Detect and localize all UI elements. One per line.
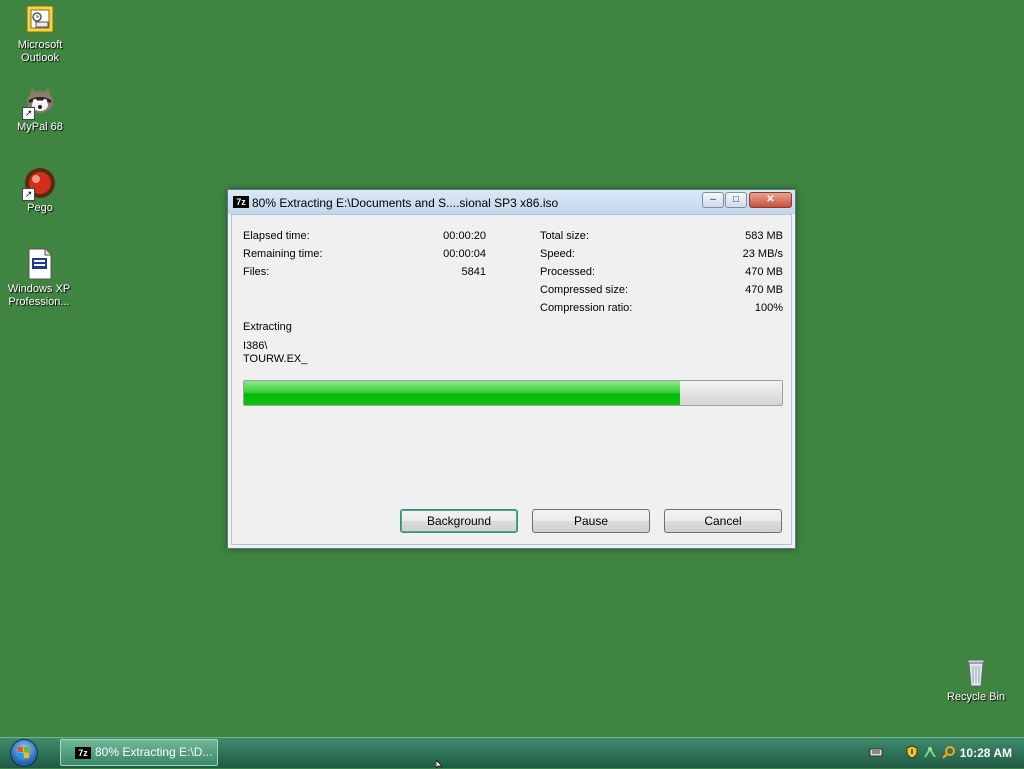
- current-file: TOURW.EX_: [243, 353, 308, 365]
- search-icon[interactable]: [942, 745, 956, 759]
- windows-logo-icon: [18, 747, 29, 758]
- 7zip-taskbar-icon: 7z: [75, 746, 91, 759]
- shortcut-arrow-icon: ↗: [22, 188, 35, 201]
- desktop-icon-outlook[interactable]: Microsoft Outlook: [0, 4, 80, 65]
- elapsed-time-label: Elapsed time:: [243, 230, 310, 242]
- desktop-icon-recycle-bin[interactable]: Recycle Bin: [936, 656, 1016, 704]
- mypal-raccoon-icon: ↗: [22, 86, 56, 120]
- cancel-button[interactable]: Cancel: [664, 509, 782, 533]
- maximize-button[interactable]: □: [725, 192, 747, 208]
- desktop-icon-label: Recycle Bin: [946, 691, 1006, 703]
- desktop-icon-windows-xp-iso[interactable]: Windows XP Profession...: [0, 248, 79, 309]
- speed-value: 23 MB/s: [742, 248, 783, 260]
- desktop-icon-label: Profession...: [8, 296, 70, 308]
- extract-progress-window: 7z 80% Extracting E:\Documents and S....…: [227, 189, 796, 549]
- taskbar-item-7zip[interactable]: 7z 80% Extracting E:\D...: [60, 739, 218, 766]
- outlook-icon: [24, 4, 56, 36]
- pego-red-ball-icon: ↗: [22, 167, 56, 201]
- progress-remaining: [679, 381, 782, 405]
- desktop-icon-pego[interactable]: ↗ Pego: [0, 167, 80, 215]
- dialog-client-area: Elapsed time: 00:00:20 Remaining time: 0…: [231, 214, 792, 545]
- desktop-icon-mypal[interactable]: ↗ MyPal 68: [0, 86, 80, 134]
- remaining-time-label: Remaining time:: [243, 248, 323, 260]
- processed-label: Processed:: [540, 266, 596, 278]
- compression-ratio-value: 100%: [754, 302, 783, 314]
- compressed-size-value: 470 MB: [745, 284, 783, 296]
- processed-value: 470 MB: [745, 266, 783, 278]
- iso-file-icon: [23, 248, 55, 280]
- desktop-icon-label: Microsoft: [17, 39, 63, 51]
- total-size-label: Total size:: [540, 230, 589, 242]
- files-label: Files:: [243, 266, 270, 278]
- taskbar-clock[interactable]: 10:28 AM: [960, 746, 1012, 760]
- desktop-icon-label: Pego: [27, 202, 53, 214]
- speed-label: Speed:: [540, 248, 575, 260]
- recycle-bin-icon: [960, 656, 992, 688]
- security-shield-icon[interactable]: [905, 745, 919, 759]
- minimize-button[interactable]: –: [702, 192, 724, 208]
- background-button[interactable]: Background: [400, 509, 518, 533]
- window-title: 80% Extracting E:\Documents and S....sio…: [252, 196, 559, 210]
- 7zip-app-icon: 7z: [233, 196, 249, 208]
- pause-button[interactable]: Pause: [532, 509, 650, 533]
- files-value: 5841: [461, 266, 486, 278]
- mouse-cursor-icon: [436, 760, 443, 768]
- elapsed-time-value: 00:00:20: [443, 230, 486, 242]
- close-button[interactable]: ✕: [749, 192, 792, 208]
- compressed-size-label: Compressed size:: [540, 284, 629, 296]
- network-icon[interactable]: [923, 745, 937, 759]
- current-folder: I386\: [243, 340, 268, 352]
- taskbar: 7z 80% Extracting E:\D... 10:28 AM: [0, 737, 1024, 768]
- extracting-label: Extracting: [243, 321, 292, 333]
- shortcut-arrow-icon: ↗: [22, 107, 35, 120]
- extraction-progress-bar: [243, 380, 783, 406]
- title-bar[interactable]: 7z 80% Extracting E:\Documents and S....…: [228, 190, 795, 214]
- progress-fill: [244, 381, 680, 405]
- desktop-icon-label: Windows XP: [7, 283, 71, 295]
- taskbar-item-label: 80% Extracting E:\D...: [95, 745, 213, 759]
- remaining-time-value: 00:00:04: [443, 248, 486, 260]
- keyboard-icon[interactable]: [869, 745, 883, 759]
- compression-ratio-label: Compression ratio:: [540, 302, 633, 314]
- desktop-icon-label: Outlook: [21, 52, 59, 64]
- total-size-value: 583 MB: [745, 230, 783, 242]
- start-button[interactable]: [10, 739, 38, 767]
- desktop-icon-label: MyPal 68: [17, 121, 63, 133]
